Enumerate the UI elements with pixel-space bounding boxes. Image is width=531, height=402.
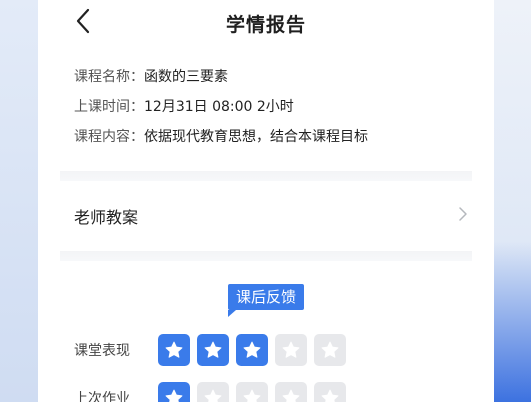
course-name-row: 课程名称：函数的三要素: [74, 62, 494, 92]
lesson-plan-item[interactable]: 老师教案: [38, 181, 494, 251]
star-icon[interactable]: [197, 334, 229, 366]
rating-row: 课堂表现: [38, 326, 494, 374]
course-info: 课程名称：函数的三要素 上课时间：12月31日 08:00 2小时 课程内容：依…: [38, 50, 494, 152]
star-icon[interactable]: [197, 382, 229, 402]
star-rating: [158, 334, 346, 366]
star-icon[interactable]: [275, 382, 307, 402]
page-title: 学情报告: [225, 14, 306, 36]
course-content-label: 课程内容：: [74, 129, 144, 145]
feedback-tag-wrap: 课后反馈: [38, 284, 494, 317]
course-time-value: 12月31日 08:00 2小时: [144, 99, 294, 115]
rating-row: 上次作业: [38, 374, 494, 402]
star-icon[interactable]: [314, 382, 346, 402]
course-name-label: 课程名称：: [74, 69, 144, 85]
chevron-right-icon: [458, 206, 468, 226]
star-icon[interactable]: [158, 334, 190, 366]
star-icon[interactable]: [314, 334, 346, 366]
section-divider: [60, 251, 472, 261]
background-right: [491, 0, 531, 402]
header: 学情报告: [38, 0, 494, 50]
course-content-row: 课程内容：依据现代教育思想，结合本课程目标: [74, 122, 494, 152]
feedback-tag: 课后反馈: [227, 284, 304, 317]
star-rating: [158, 382, 346, 402]
rating-label: 课堂表现: [74, 343, 130, 359]
star-icon[interactable]: [236, 382, 268, 402]
lesson-plan-label: 老师教案: [74, 208, 139, 227]
app-screen: 学情报告 课程名称：函数的三要素 上课时间：12月31日 08:00 2小时 课…: [38, 0, 494, 402]
rating-label: 上次作业: [74, 391, 130, 402]
ratings-list: 课堂表现 上次作业: [38, 326, 494, 402]
course-time-row: 上课时间：12月31日 08:00 2小时: [74, 92, 494, 122]
section-divider: [60, 171, 472, 181]
star-icon[interactable]: [158, 382, 190, 402]
course-name-value: 函数的三要素: [144, 69, 228, 85]
course-time-label: 上课时间：: [74, 99, 144, 115]
star-icon[interactable]: [275, 334, 307, 366]
background-left: [0, 0, 40, 402]
course-content-value: 依据现代教育思想，结合本课程目标: [144, 129, 368, 145]
star-icon[interactable]: [236, 334, 268, 366]
